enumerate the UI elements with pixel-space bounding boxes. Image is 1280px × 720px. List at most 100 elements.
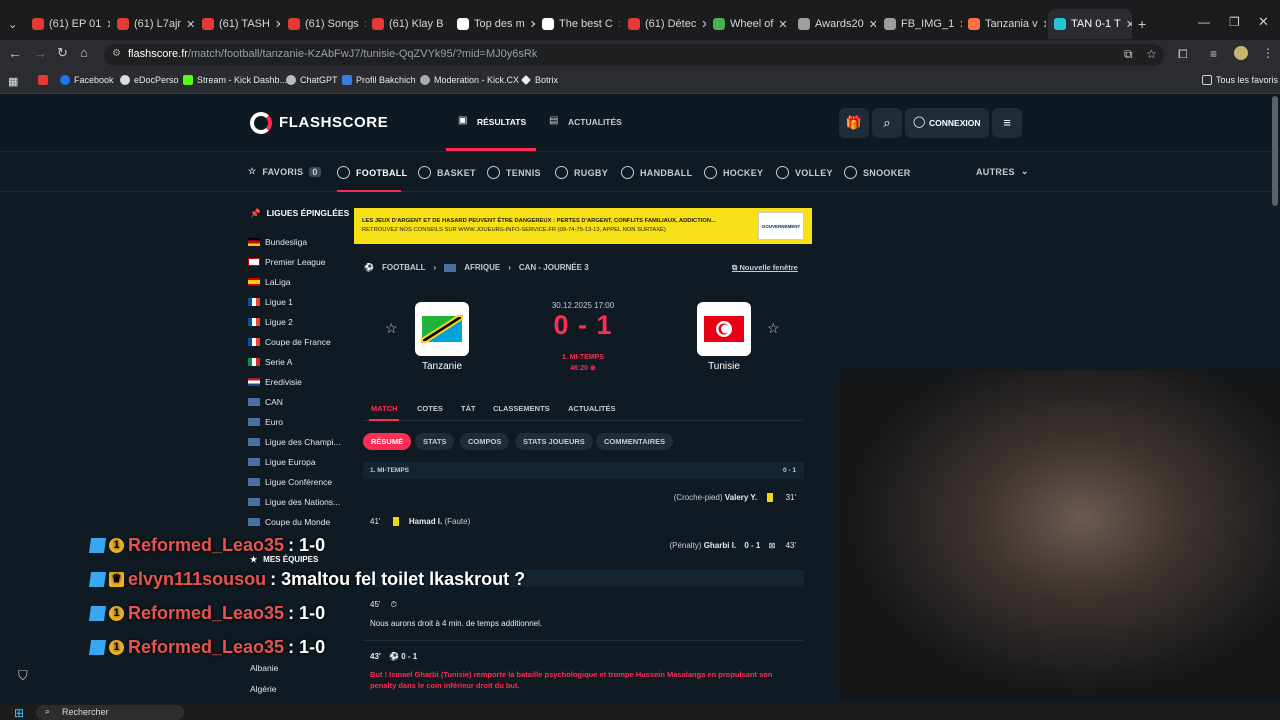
home-team-logo[interactable] xyxy=(415,302,469,356)
sport-football[interactable]: FOOTBALL xyxy=(337,166,407,179)
event-player[interactable]: Hamad I. xyxy=(409,517,442,526)
taskbar-search[interactable]: ⌕ Rechercher xyxy=(36,705,184,720)
bookmark-bakchich[interactable]: Profil Bakchich xyxy=(342,75,416,85)
sport-basket[interactable]: BASKET xyxy=(418,166,476,179)
nav-news-link[interactable]: ACTUALITÉS xyxy=(568,117,622,127)
close-tab-icon[interactable]: ✕ xyxy=(701,18,706,31)
all-bookmarks-folder[interactable]: Tous les favoris xyxy=(1202,75,1278,85)
new-tab-button[interactable]: + xyxy=(1138,16,1146,32)
browser-tab[interactable]: (61) Détec ✕ xyxy=(622,9,706,39)
league-item[interactable]: Ligue 1 xyxy=(248,297,293,307)
subtab-commentary[interactable]: COMMENTAIRES xyxy=(596,433,674,450)
tab-news[interactable]: ACTUALITÉS xyxy=(568,404,616,413)
subtab-summary[interactable]: RÉSUMÉ xyxy=(363,433,412,450)
browser-tab[interactable]: FB_IMG_1✕ xyxy=(878,9,962,39)
tab-list-button[interactable]: ⌄ xyxy=(2,9,24,39)
gift-icon[interactable]: 🎁 xyxy=(839,108,869,138)
sport-handball[interactable]: HANDBALL xyxy=(621,166,692,179)
close-tab-icon[interactable]: ✕ xyxy=(106,18,110,31)
close-tab-icon[interactable]: ✕ xyxy=(186,18,195,31)
apps-grid-icon[interactable]: ▦ xyxy=(8,75,18,88)
event-row-yellow-card-home[interactable]: 41' Hamad I. (Faute) xyxy=(370,517,470,527)
shield-icon[interactable]: ⛉ xyxy=(18,668,28,684)
league-item[interactable]: Ligue Conférence xyxy=(248,477,332,487)
browser-tab[interactable]: (61) Songs✕ xyxy=(282,9,366,39)
flashscore-logo-icon[interactable] xyxy=(250,112,272,134)
browser-tab[interactable]: (61) EP 01 ✕ xyxy=(26,9,110,39)
sport-others-dropdown[interactable]: AUTRES ⌄ xyxy=(976,166,1029,177)
sport-tennis[interactable]: TENNIS xyxy=(487,166,541,179)
bookmark-star-icon[interactable]: ☆ xyxy=(1146,47,1157,61)
tab-h2h[interactable]: TÀT xyxy=(461,404,476,413)
browser-tab[interactable]: (61) L7ajr ✕ xyxy=(111,9,195,39)
page-scrollbar[interactable] xyxy=(1272,96,1278,206)
tab-match[interactable]: MATCH xyxy=(371,404,398,413)
sport-hockey[interactable]: HOCKEY xyxy=(704,166,763,179)
league-item[interactable]: CAN xyxy=(248,397,283,407)
league-item[interactable]: Premier League xyxy=(248,257,325,267)
bookmark-facebook[interactable]: Facebook xyxy=(60,75,114,85)
close-tab-icon[interactable]: ✕ xyxy=(1126,18,1132,31)
league-item[interactable]: Coupe de France xyxy=(248,337,331,347)
new-window-link[interactable]: ⧉ Nouvelle fenêtre xyxy=(732,263,798,273)
close-tab-icon[interactable]: ✕ xyxy=(530,18,535,31)
media-icon[interactable]: ≡ xyxy=(1210,47,1217,61)
bookmark-chatgpt[interactable]: ChatGPT xyxy=(286,75,338,85)
subtab-stats[interactable]: STATS xyxy=(415,433,455,450)
forward-icon[interactable]: → xyxy=(33,45,47,61)
subtab-player-stats[interactable]: STATS JOUEURS xyxy=(515,433,593,450)
league-item[interactable]: Eredivisie xyxy=(248,377,302,387)
profile-avatar[interactable] xyxy=(1234,46,1248,60)
browser-tab[interactable]: (61) TASH ✕ xyxy=(196,9,280,39)
tab-standings[interactable]: CLASSEMENTS xyxy=(493,404,550,413)
browser-tab[interactable]: The best C ✕ xyxy=(536,9,620,39)
breadcrumb-item[interactable]: AFRIQUE xyxy=(464,263,500,272)
sport-favoris[interactable]: ☆ FAVORIS 0 xyxy=(248,166,321,177)
close-tab-icon[interactable]: ✕ xyxy=(448,18,450,31)
league-item[interactable]: Coupe du Monde xyxy=(248,517,330,527)
breadcrumb-item[interactable]: CAN - JOURNÉE 3 xyxy=(519,263,589,272)
site-logo[interactable]: FLASHSCORE xyxy=(279,114,388,131)
bookmark-edocperso[interactable]: eDocPerso xyxy=(120,75,179,85)
home-team-name[interactable]: Tanzanie xyxy=(412,361,472,372)
browser-tab[interactable]: Wheel of ✕ xyxy=(707,9,791,39)
reload-icon[interactable]: ↻ xyxy=(57,45,68,61)
league-item[interactable]: Serie A xyxy=(248,357,292,367)
league-item[interactable]: Ligue 2 xyxy=(248,317,293,327)
login-button[interactable]: ◯ CONNEXION xyxy=(905,108,989,138)
url-input[interactable]: ⚙ flashscore.fr/match/football/tanzanie-… xyxy=(104,44,1164,66)
league-item[interactable]: Bundesliga xyxy=(248,237,307,247)
team-item[interactable]: Albanie xyxy=(250,663,278,673)
close-window-button[interactable]: ✕ xyxy=(1258,14,1269,30)
league-item[interactable]: Euro xyxy=(248,417,283,427)
bookmark-kick[interactable]: Stream - Kick Dashb... xyxy=(183,75,287,85)
bookmark-moderation[interactable]: Moderation - Kick.CX xyxy=(420,75,519,85)
close-tab-icon[interactable]: ✕ xyxy=(618,18,620,31)
league-item[interactable]: Ligue Europa xyxy=(248,457,316,467)
sport-rugby[interactable]: RUGBY xyxy=(555,166,608,179)
breadcrumb-item[interactable]: FOOTBALL xyxy=(382,263,426,272)
event-row-goal-away[interactable]: (Pénalty) Gharbi I. 0 - 1 ⊠ 43' xyxy=(560,541,796,550)
search-icon[interactable]: ⌕ xyxy=(872,108,902,138)
bookmark-botrix[interactable]: Botrix xyxy=(521,75,558,85)
browser-tab[interactable]: TAN 0-1 T ✕ xyxy=(1048,9,1132,39)
event-row-yellow-card-away[interactable]: (Croche-pied) Valery Y. 31' xyxy=(560,493,796,503)
event-player[interactable]: Gharbi I. xyxy=(704,541,736,550)
away-team-name[interactable]: Tunisie xyxy=(694,361,754,372)
league-item[interactable]: Ligue des Nations... xyxy=(248,497,340,507)
league-item[interactable]: Ligue des Champi... xyxy=(248,437,341,447)
nav-results-tab[interactable]: ▣ RÉSULTATS xyxy=(446,94,536,151)
youtube-bookmark[interactable] xyxy=(38,75,48,85)
close-tab-icon[interactable]: ✕ xyxy=(778,18,787,31)
sport-volley[interactable]: VOLLEY xyxy=(776,166,833,179)
maximize-button[interactable]: ❐ xyxy=(1229,15,1240,29)
site-info-icon[interactable]: ⚙ xyxy=(112,48,121,59)
menu-dots-icon[interactable]: ⋮ xyxy=(1262,46,1274,60)
team-item[interactable]: Algérie xyxy=(250,684,276,694)
install-icon[interactable]: ⧉ xyxy=(1124,47,1133,62)
browser-tab[interactable]: Awards20 ✕ xyxy=(792,9,876,39)
back-icon[interactable]: ← xyxy=(8,45,22,61)
extensions-icon[interactable]: ⧠ xyxy=(1178,47,1188,62)
league-item[interactable]: LaLiga xyxy=(248,277,291,287)
sport-snooker[interactable]: SNOOKER xyxy=(844,166,911,179)
